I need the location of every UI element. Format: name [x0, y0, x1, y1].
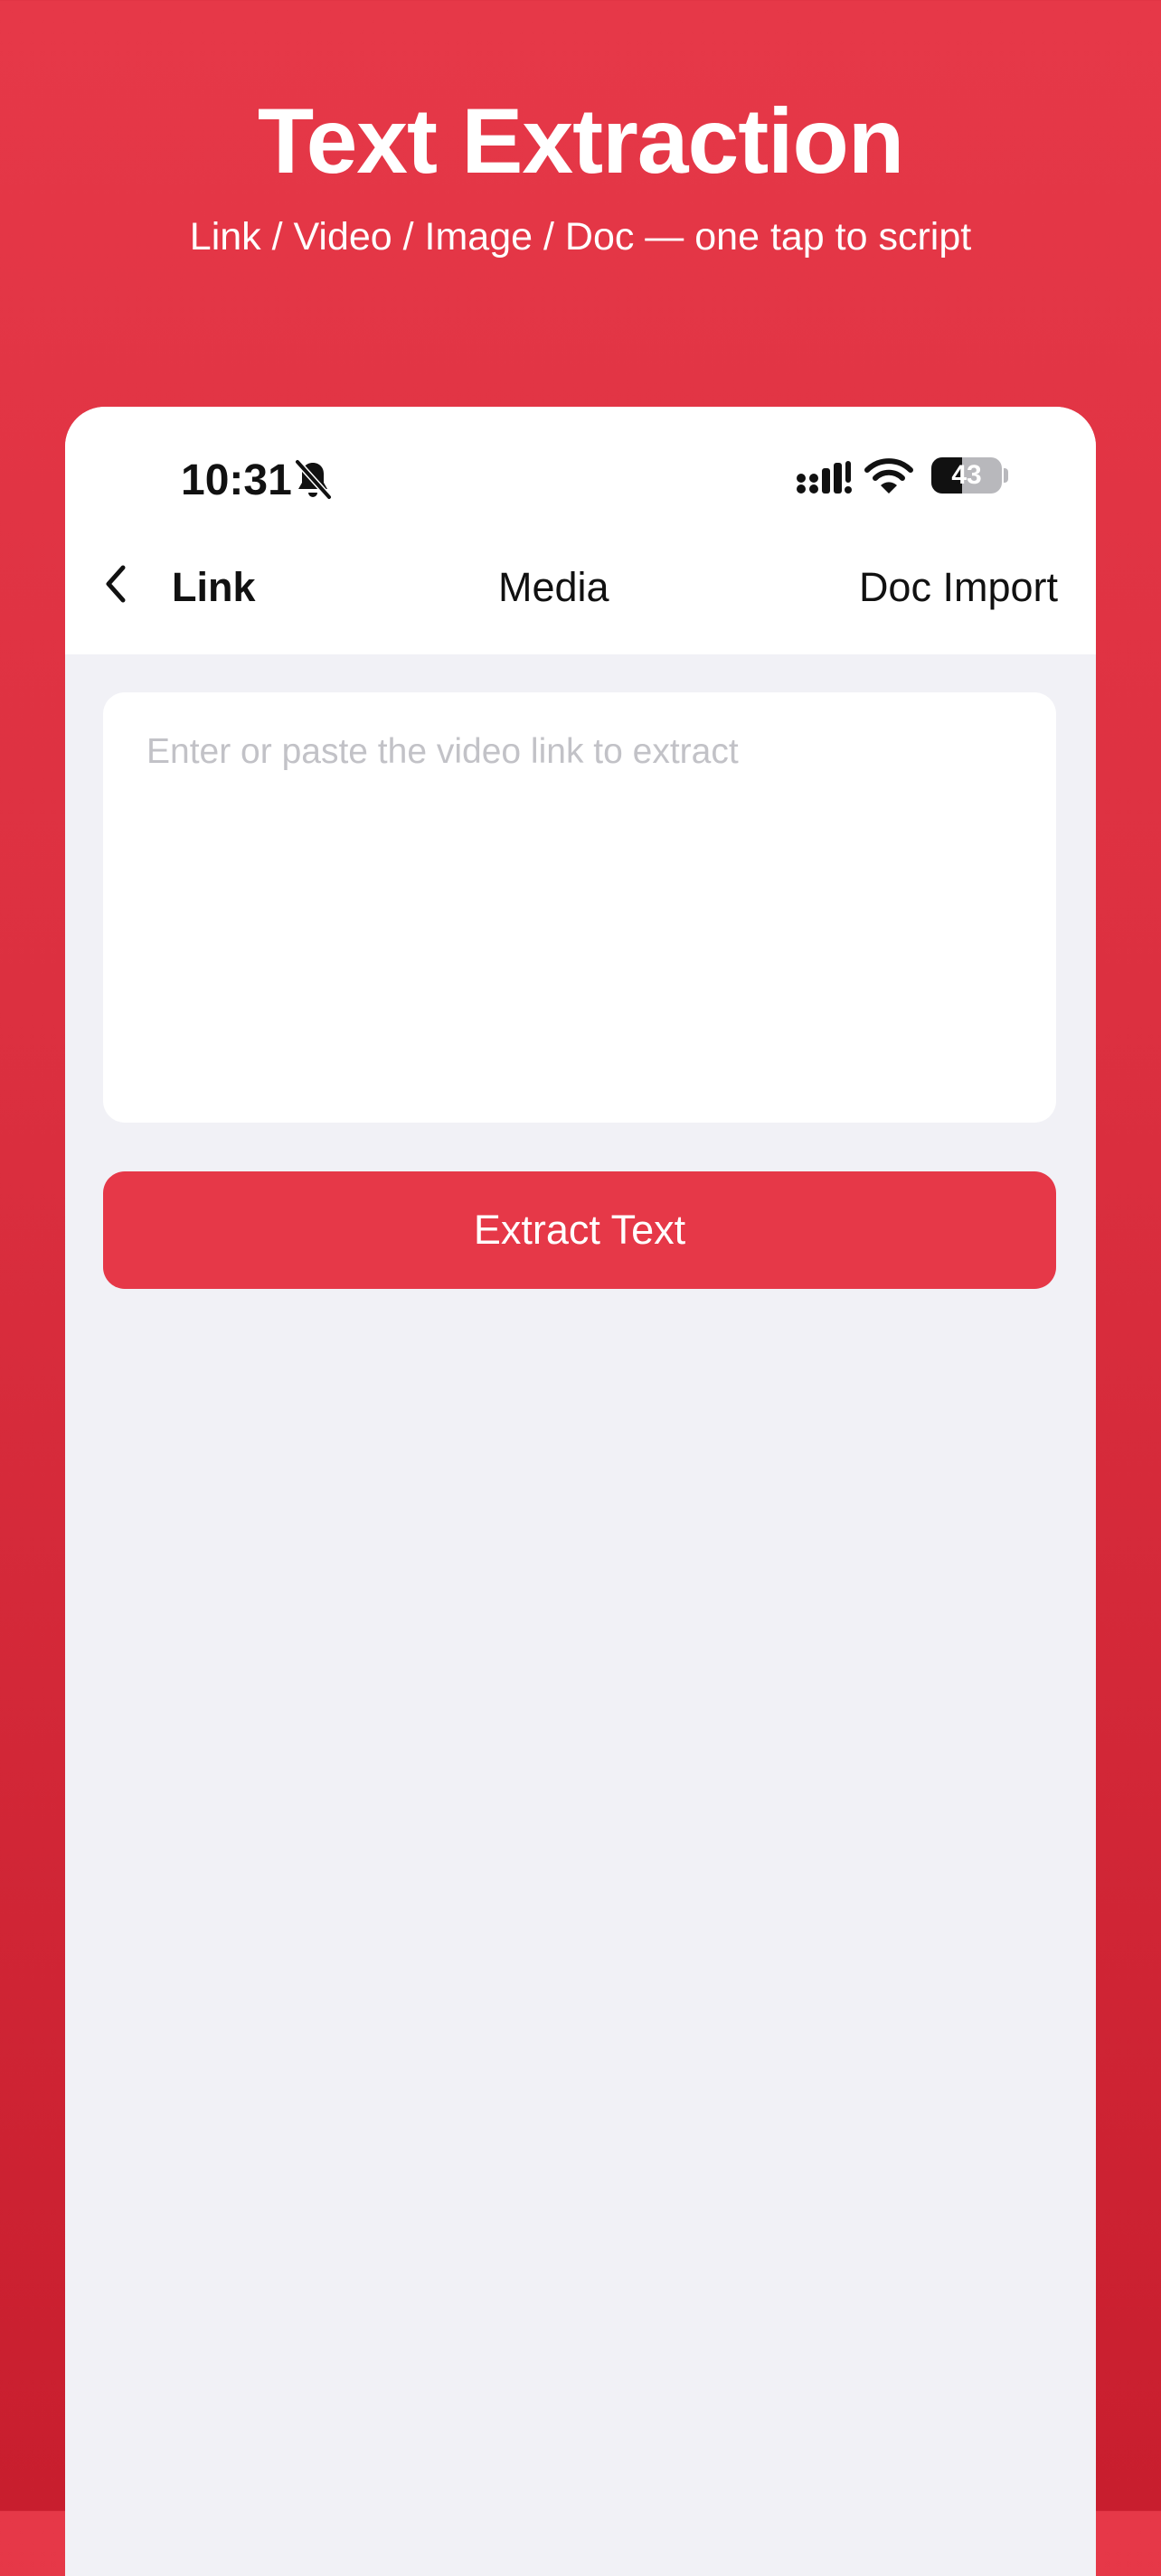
battery-icon: 43	[931, 457, 1002, 494]
promo-subtitle: Link / Video / Image / Doc — one tap to …	[189, 215, 972, 259]
tab-doc-import[interactable]: Doc Import	[859, 562, 1058, 613]
extract-text-button[interactable]: Extract Text	[103, 1171, 1056, 1289]
battery-level: 43	[951, 460, 982, 490]
tab-link[interactable]: Link	[172, 562, 256, 613]
battery-cap	[1004, 468, 1008, 483]
header-area: 10:31 43 Link Media Doc Import	[65, 407, 1096, 654]
status-time: 10:31	[181, 456, 292, 504]
bell-slash-icon	[294, 458, 333, 501]
link-input[interactable]	[103, 692, 1056, 1123]
tab-media[interactable]: Media	[498, 562, 609, 613]
phone-screen: 10:31 43 Link Media Doc Import Enter or …	[65, 407, 1096, 2576]
chevron-left-icon[interactable]	[98, 559, 134, 609]
promo-title: Text Extraction	[257, 89, 904, 193]
wifi-icon	[864, 458, 913, 494]
link-input-card	[103, 692, 1056, 1123]
cellular-signal-icon	[797, 461, 852, 494]
